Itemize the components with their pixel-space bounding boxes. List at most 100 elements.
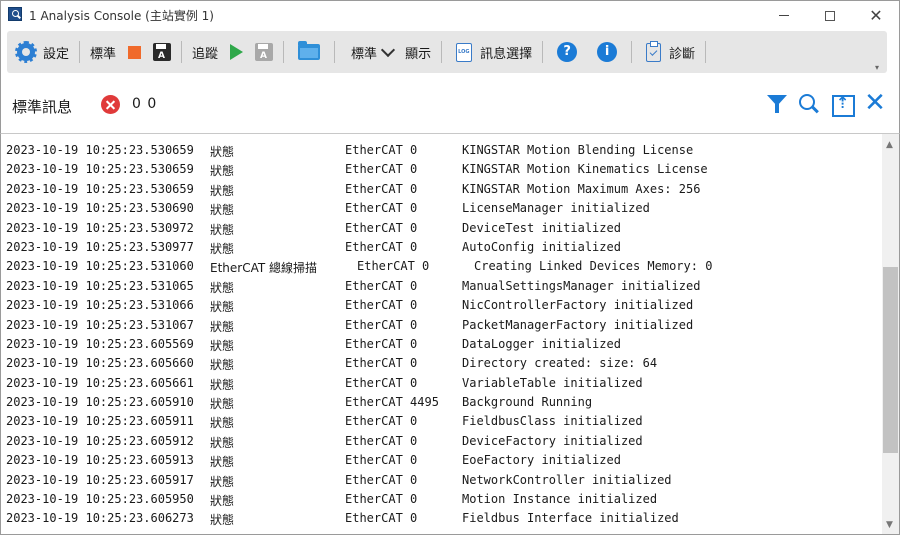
log-time: 2023-10-19 10:25:23.605950 xyxy=(6,492,194,507)
clipboard-check-icon xyxy=(646,40,662,62)
minimize-icon xyxy=(779,15,789,16)
log-row[interactable]: 2023-10-19 10:25:23.606273 狀態 EtherCAT 0 Fi… xyxy=(1,509,881,528)
log-type: 狀態 xyxy=(210,280,235,295)
log-row[interactable]: 2023-10-19 10:25:23.530659 狀態 EtherCAT 0 KI… xyxy=(1,141,881,160)
log-source: EtherCAT 0 xyxy=(345,278,418,293)
log-source: EtherCAT 0 xyxy=(345,472,418,487)
open-folder-button[interactable] xyxy=(288,31,330,73)
minimize-button[interactable] xyxy=(761,1,807,30)
scrollbar-thumb[interactable] xyxy=(883,267,898,453)
log-row[interactable]: 2023-10-19 10:25:23.605569 狀態 EtherCAT 0 Da… xyxy=(1,335,881,354)
log-row[interactable]: 2023-10-19 10:25:23.531066 狀態 EtherCAT 0 Ni… xyxy=(1,296,881,315)
log-row[interactable]: 2023-10-19 10:25:23.605911 狀態 EtherCAT 0 Fi… xyxy=(1,412,881,431)
log-row[interactable]: 2023-10-19 10:25:23.530659 狀態 EtherCAT 0 KI… xyxy=(1,180,881,199)
app-icon xyxy=(8,7,22,21)
log-message: DeviceTest initialized xyxy=(462,220,621,235)
settings-button[interactable]: 設定 xyxy=(7,31,75,73)
window-title: 1 Analysis Console (主站實例 1) xyxy=(29,9,214,23)
page-title: 標準訊息 xyxy=(12,98,73,116)
log-time: 2023-10-19 10:25:23.605661 xyxy=(6,375,194,390)
stop-icon xyxy=(128,45,142,59)
close-panel-icon[interactable]: ✕ xyxy=(864,90,886,116)
log-row[interactable]: 2023-10-19 10:25:23.605950 狀態 EtherCAT 0 Mo… xyxy=(1,490,881,509)
log-time: 2023-10-19 10:25:23.605913 xyxy=(6,453,194,468)
help-button[interactable]: ? xyxy=(547,31,587,73)
trace-button[interactable]: 追蹤 xyxy=(186,31,224,73)
save-trace-button[interactable] xyxy=(249,31,279,73)
log-row[interactable]: 2023-10-19 10:25:23.530977 狀態 EtherCAT 0 Au… xyxy=(1,238,881,257)
log-row[interactable]: 2023-10-19 10:25:23.531065 狀態 EtherCAT 0 Ma… xyxy=(1,277,881,296)
log-message: Motion Instance initialized xyxy=(462,492,658,507)
toolbar-divider xyxy=(283,41,285,63)
log-row[interactable]: 2023-10-19 10:25:23.530659 狀態 EtherCAT 0 KI… xyxy=(1,160,881,179)
log-type: 狀態 xyxy=(210,241,235,256)
play-icon xyxy=(230,44,244,60)
log-time: 2023-10-19 10:25:23.531060 xyxy=(6,259,194,274)
log-message: DataLogger initialized xyxy=(462,336,621,351)
log-source: EtherCAT 0 xyxy=(345,492,418,507)
toolbar-overflow-icon[interactable]: ▾ xyxy=(875,64,883,72)
toolbar-divider xyxy=(441,41,443,63)
log-type: 狀態 xyxy=(210,358,235,373)
stop-button[interactable] xyxy=(122,31,147,73)
save-button[interactable] xyxy=(147,31,177,73)
toolbar-divider xyxy=(79,41,81,63)
log-row[interactable]: 2023-10-19 10:25:23.605660 狀態 EtherCAT 0 Di… xyxy=(1,354,881,373)
scroll-down-icon[interactable]: ▼ xyxy=(886,520,893,530)
log-source: EtherCAT 0 xyxy=(345,220,418,235)
log-row[interactable]: 2023-10-19 10:25:23.531060 EtherCAT 總線掃描 E… xyxy=(1,257,881,276)
log-row[interactable]: 2023-10-19 10:25:23.605661 狀態 EtherCAT 0 Va… xyxy=(1,374,881,393)
scroll-up-icon[interactable]: ▲ xyxy=(886,140,893,150)
close-window-button[interactable]: ✕ xyxy=(853,1,899,30)
log-row[interactable]: 2023-10-19 10:25:23.605910 狀態 EtherCAT 449… xyxy=(1,393,881,412)
message-select-button[interactable]: 訊息選擇 xyxy=(446,31,538,73)
log-type: 狀態 xyxy=(210,319,235,334)
log-row[interactable]: 2023-10-19 10:25:23.605912 狀態 EtherCAT 0 De… xyxy=(1,432,881,451)
log-list-view[interactable]: 2023-10-19 10:25:23.530659 狀態 EtherCAT 0 KI… xyxy=(0,133,900,535)
log-type: 狀態 xyxy=(210,203,235,218)
log-message: Background Running xyxy=(462,395,593,410)
log-source: EtherCAT 0 xyxy=(345,201,418,216)
log-row[interactable]: 2023-10-19 10:25:23.530972 狀態 EtherCAT 0 De… xyxy=(1,219,881,238)
export-icon[interactable] xyxy=(831,93,855,117)
log-source: EtherCAT 0 xyxy=(345,356,418,371)
toolbar-divider xyxy=(631,41,633,63)
maximize-button[interactable] xyxy=(807,1,853,30)
search-icon[interactable] xyxy=(798,93,820,115)
error-icon xyxy=(101,95,120,114)
level-dropdown[interactable]: 標準 顯示 xyxy=(339,31,437,73)
standard-label: 標準 xyxy=(90,46,117,62)
filter-icon[interactable] xyxy=(766,93,788,115)
log-source: EtherCAT 0 xyxy=(345,298,418,313)
standard-button[interactable]: 標準 xyxy=(84,31,122,73)
log-type: 狀態 xyxy=(210,338,235,353)
log-time: 2023-10-19 10:25:23.606273 xyxy=(6,511,194,526)
log-time: 2023-10-19 10:25:23.605569 xyxy=(6,336,194,351)
log-time: 2023-10-19 10:25:23.531065 xyxy=(6,278,194,293)
info-button[interactable]: i xyxy=(587,31,627,73)
log-type: 狀態 xyxy=(210,397,235,412)
log-row[interactable]: 2023-10-19 10:25:23.530690 狀態 EtherCAT 0 Li… xyxy=(1,199,881,218)
log-type: EtherCAT 總線掃描 xyxy=(210,261,318,276)
log-source: EtherCAT 0 xyxy=(345,336,418,351)
close-icon: ✕ xyxy=(869,5,883,25)
log-source: EtherCAT 0 xyxy=(345,511,418,526)
save-disabled-icon xyxy=(255,43,274,61)
log-message: FieldbusClass initialized xyxy=(462,414,643,429)
log-header: 標準訊息 0 0 ✕ xyxy=(0,75,900,133)
log-time: 2023-10-19 10:25:23.530659 xyxy=(6,181,194,196)
log-row[interactable]: 2023-10-19 10:25:23.605917 狀態 EtherCAT 0 Ne… xyxy=(1,471,881,490)
log-row[interactable]: 2023-10-19 10:25:23.605913 狀態 EtherCAT 0 Eo… xyxy=(1,451,881,470)
log-row[interactable]: 2023-10-19 10:25:23.531067 狀態 EtherCAT 0 Pa… xyxy=(1,316,881,335)
diagnose-button[interactable]: 診斷 xyxy=(636,31,701,73)
play-button[interactable] xyxy=(224,31,249,73)
log-source: EtherCAT 0 xyxy=(345,317,418,332)
log-message: DeviceFactory initialized xyxy=(462,433,643,448)
log-source: EtherCAT 4495 xyxy=(345,395,439,410)
log-message: EoeFactory initialized xyxy=(462,453,621,468)
log-list: 2023-10-19 10:25:23.530659 狀態 EtherCAT 0 KI… xyxy=(1,141,881,529)
log-message: PacketManagerFactory initialized xyxy=(462,317,694,332)
log-source: EtherCAT 0 xyxy=(345,181,418,196)
log-message: Creating Linked Devices Memory: 0 xyxy=(474,259,713,274)
vertical-scrollbar[interactable]: ▲ ▼ xyxy=(882,134,899,534)
